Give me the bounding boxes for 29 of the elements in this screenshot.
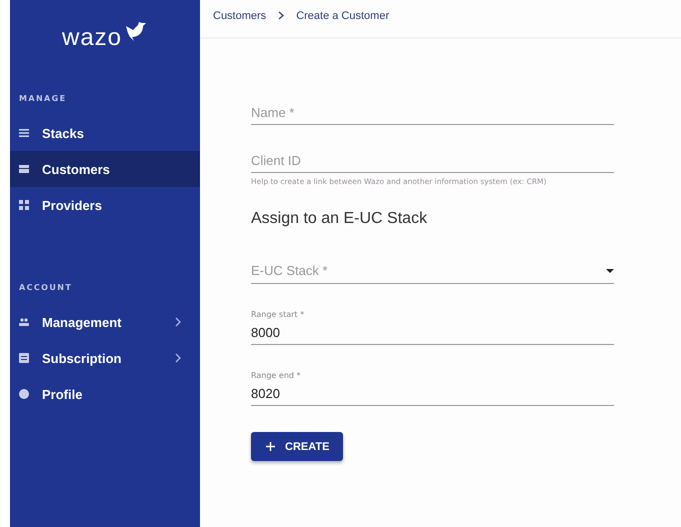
nav-item[interactable]: Providers [10, 187, 200, 223]
grid-icon [19, 200, 29, 210]
nav-item[interactable]: Stacks [10, 115, 200, 151]
breadcrumb-link[interactable]: Customers [213, 10, 266, 22]
logo-text: wazo [62, 24, 122, 52]
input-field[interactable]: Name * [251, 103, 614, 125]
nav-item[interactable]: Management [10, 304, 200, 340]
create-button[interactable]: CREATE [251, 432, 344, 461]
account-icon [19, 389, 29, 399]
section-title: Assign to an E-UC Stack [251, 210, 428, 228]
input-field[interactable]: 8000 [251, 323, 614, 345]
people-icon [19, 317, 29, 327]
field-label: Range start * [251, 310, 306, 319]
section-heading: MANAGE [18, 93, 68, 105]
field-label: Range end * [251, 371, 302, 380]
chevron-icon [278, 11, 284, 20]
bird-icon [124, 22, 148, 42]
nav-item[interactable]: Customers [10, 151, 200, 187]
store-icon [19, 164, 29, 174]
input-field[interactable]: Client ID [251, 151, 614, 173]
list-icon [19, 128, 29, 138]
plus-icon [266, 442, 275, 451]
nav-item[interactable]: Subscription [10, 340, 200, 376]
section-heading: ACCOUNT [18, 282, 74, 294]
input-field[interactable]: 8020 [251, 384, 614, 406]
card-icon [19, 353, 29, 363]
dropdown-arrow-icon [606, 269, 614, 273]
breadcrumb-link[interactable]: Create a Customer [296, 10, 390, 22]
nav-item[interactable]: Profile [10, 376, 200, 412]
